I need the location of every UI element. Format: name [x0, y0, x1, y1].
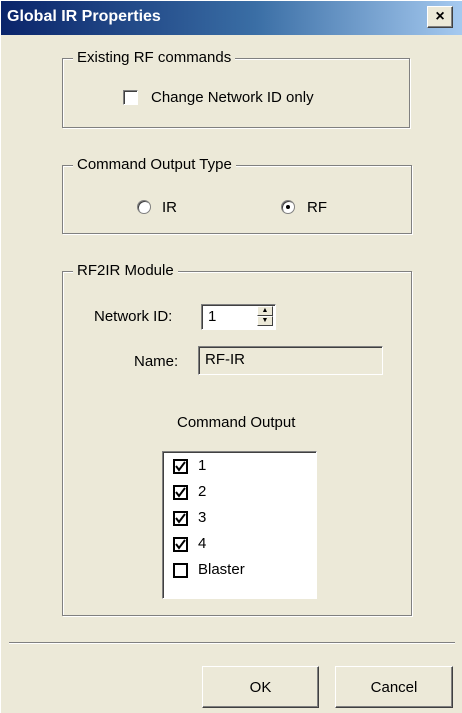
network-id-label: Network ID:: [94, 308, 173, 325]
name-label: Name:: [134, 353, 179, 370]
output-1-checkbox[interactable]: [173, 459, 188, 474]
name-value: RF-IR: [205, 351, 245, 368]
command-output-label: Command Output: [177, 414, 296, 431]
global-ir-properties-dialog: Global IR Properties × Existing RF comma…: [0, 0, 462, 713]
output-blaster-checkbox[interactable]: [173, 563, 188, 578]
change-network-id-checkbox[interactable]: [123, 90, 138, 105]
rf-radio[interactable]: [281, 200, 295, 214]
ir-radio-label[interactable]: IR: [162, 199, 177, 217]
check-icon: [175, 513, 186, 524]
ir-radio[interactable]: [137, 200, 151, 214]
output-1-label[interactable]: 1: [198, 457, 206, 475]
rf2ir-module-label: RF2IR Module: [73, 262, 178, 280]
spin-down-button[interactable]: ▼: [257, 316, 273, 326]
close-button[interactable]: ×: [427, 6, 453, 28]
command-output-type-group: Command Output Type: [62, 156, 412, 234]
network-id-spinner[interactable]: 1 ▲ ▼: [201, 304, 276, 330]
spin-up-button[interactable]: ▲: [257, 306, 273, 316]
network-id-value[interactable]: 1: [208, 308, 216, 325]
command-output-type-label: Command Output Type: [73, 156, 236, 174]
close-icon: ×: [435, 8, 445, 25]
existing-rf-commands-label: Existing RF commands: [73, 49, 236, 67]
spin-up-icon: ▲: [261, 307, 269, 314]
name-field: RF-IR: [198, 346, 383, 375]
cancel-button-label: Cancel: [370, 678, 418, 696]
output-4-label[interactable]: 4: [198, 535, 206, 553]
separator: [9, 642, 455, 644]
output-2-label[interactable]: 2: [198, 483, 206, 501]
title-bar[interactable]: Global IR Properties ×: [1, 1, 462, 35]
command-output-list[interactable]: 1 2 3 4 Blaster: [162, 451, 317, 599]
ok-button-label: OK: [249, 678, 272, 696]
check-icon: [175, 539, 186, 550]
spin-down-icon: ▼: [261, 317, 269, 324]
check-icon: [175, 487, 186, 498]
output-3-checkbox[interactable]: [173, 511, 188, 526]
change-network-id-label[interactable]: Change Network ID only: [151, 89, 314, 107]
output-4-checkbox[interactable]: [173, 537, 188, 552]
output-2-checkbox[interactable]: [173, 485, 188, 500]
rf-radio-label[interactable]: RF: [307, 199, 327, 217]
rf-radio-selected-dot: [286, 205, 290, 209]
output-blaster-label[interactable]: Blaster: [198, 561, 245, 579]
window-title: Global IR Properties: [7, 8, 161, 25]
check-icon: [175, 461, 186, 472]
output-3-label[interactable]: 3: [198, 509, 206, 527]
cancel-button[interactable]: Cancel: [335, 666, 453, 708]
ok-button[interactable]: OK: [202, 666, 319, 708]
